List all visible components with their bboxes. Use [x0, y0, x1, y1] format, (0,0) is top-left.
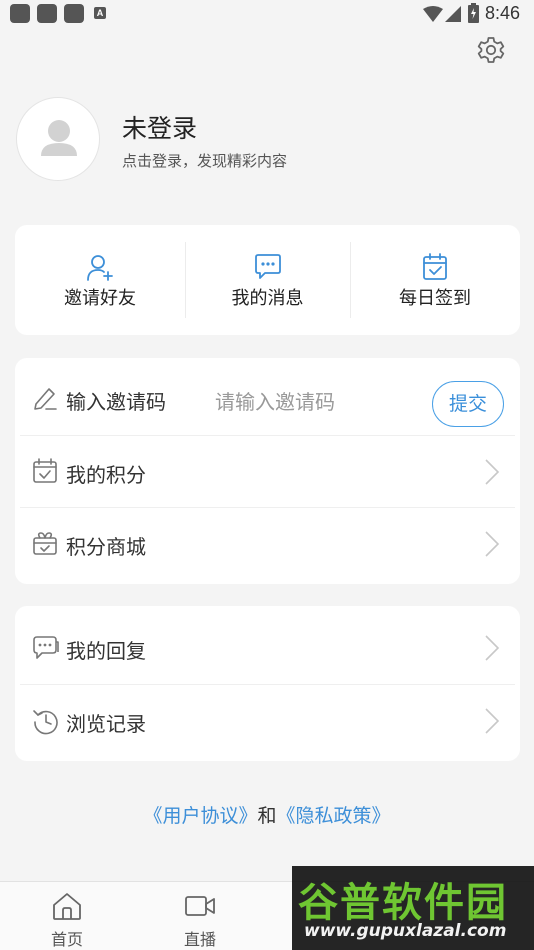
- browse-history-row[interactable]: 浏览记录: [15, 685, 520, 757]
- calendar-check-icon: [33, 458, 57, 483]
- policy-links: 《用户协议》和《隐私政策》: [0, 801, 534, 828]
- notification-badge-icon: A: [94, 7, 106, 19]
- chevron-right-icon: [485, 708, 500, 734]
- points-card: 输入邀请码 请输入邀请码 提交 我的积分 积分商城: [15, 358, 520, 584]
- menu-item-label: 我的积分: [66, 463, 146, 487]
- home-icon: [53, 893, 81, 920]
- invite-friends-button[interactable]: 邀请好友: [15, 225, 185, 335]
- notification-icon: [64, 4, 84, 23]
- gift-box-icon: [33, 532, 57, 555]
- settings-icon[interactable]: [476, 35, 506, 65]
- points-mall-row[interactable]: 积分商城: [15, 508, 520, 580]
- pencil-icon: [34, 388, 57, 410]
- submit-button[interactable]: 提交: [432, 381, 504, 427]
- watermark-title: 谷普软件园: [298, 880, 508, 926]
- watermark-url: www.gupuxlazal.com: [304, 921, 507, 941]
- status-bar: A 8:46: [0, 0, 534, 30]
- invite-code-label: 输入邀请码: [66, 390, 166, 414]
- chevron-right-icon: [485, 459, 500, 485]
- user-avatar-icon: [41, 120, 77, 156]
- login-hint[interactable]: 点击登录，发现精彩内容: [122, 150, 287, 171]
- username[interactable]: 未登录: [122, 109, 197, 145]
- tab-label: 直播: [183, 930, 216, 949]
- tab-label: 首页: [50, 930, 83, 949]
- chevron-right-icon: [485, 531, 500, 557]
- tab-live[interactable]: 直播: [155, 882, 245, 950]
- privacy-policy-link[interactable]: 《隐私政策》: [277, 805, 391, 827]
- chevron-right-icon: [485, 635, 500, 661]
- notification-icon: [37, 4, 57, 23]
- tab-home[interactable]: 首页: [22, 882, 112, 950]
- message-icon: [254, 254, 281, 279]
- invite-code-row: 输入邀请码 请输入邀请码 提交: [15, 363, 520, 435]
- add-user-icon: [87, 255, 113, 281]
- watermark-logo: 谷普软件园 www.gupuxlazal.com: [292, 866, 534, 950]
- wifi-icon: [423, 6, 443, 22]
- quick-actions-card: 邀请好友 我的消息 每日签到: [15, 225, 520, 335]
- invite-code-input[interactable]: 请输入邀请码: [215, 386, 335, 415]
- battery-icon: [468, 3, 479, 23]
- chat-icon: [33, 636, 59, 659]
- quick-action-label: 邀请好友: [64, 288, 136, 309]
- daily-checkin-button[interactable]: 每日签到: [350, 225, 520, 335]
- history-icon: [33, 710, 58, 735]
- policy-conjunction: 和: [257, 805, 277, 827]
- my-messages-button[interactable]: 我的消息: [185, 225, 350, 335]
- quick-action-label: 每日签到: [399, 288, 471, 309]
- my-replies-row[interactable]: 我的回复: [15, 612, 520, 684]
- activity-card: 我的回复 浏览记录: [15, 606, 520, 761]
- user-agreement-link[interactable]: 《用户协议》: [143, 805, 257, 827]
- signal-icon: [445, 6, 461, 22]
- notification-icon: [10, 4, 30, 23]
- menu-item-label: 积分商城: [66, 535, 146, 559]
- video-icon: [185, 896, 215, 916]
- quick-action-label: 我的消息: [231, 288, 304, 309]
- menu-item-label: 浏览记录: [66, 712, 146, 736]
- clock: 8:46: [484, 3, 520, 23]
- calendar-check-icon: [423, 253, 447, 280]
- my-points-row[interactable]: 我的积分: [15, 436, 520, 508]
- menu-item-label: 我的回复: [66, 639, 146, 663]
- avatar[interactable]: [16, 97, 100, 181]
